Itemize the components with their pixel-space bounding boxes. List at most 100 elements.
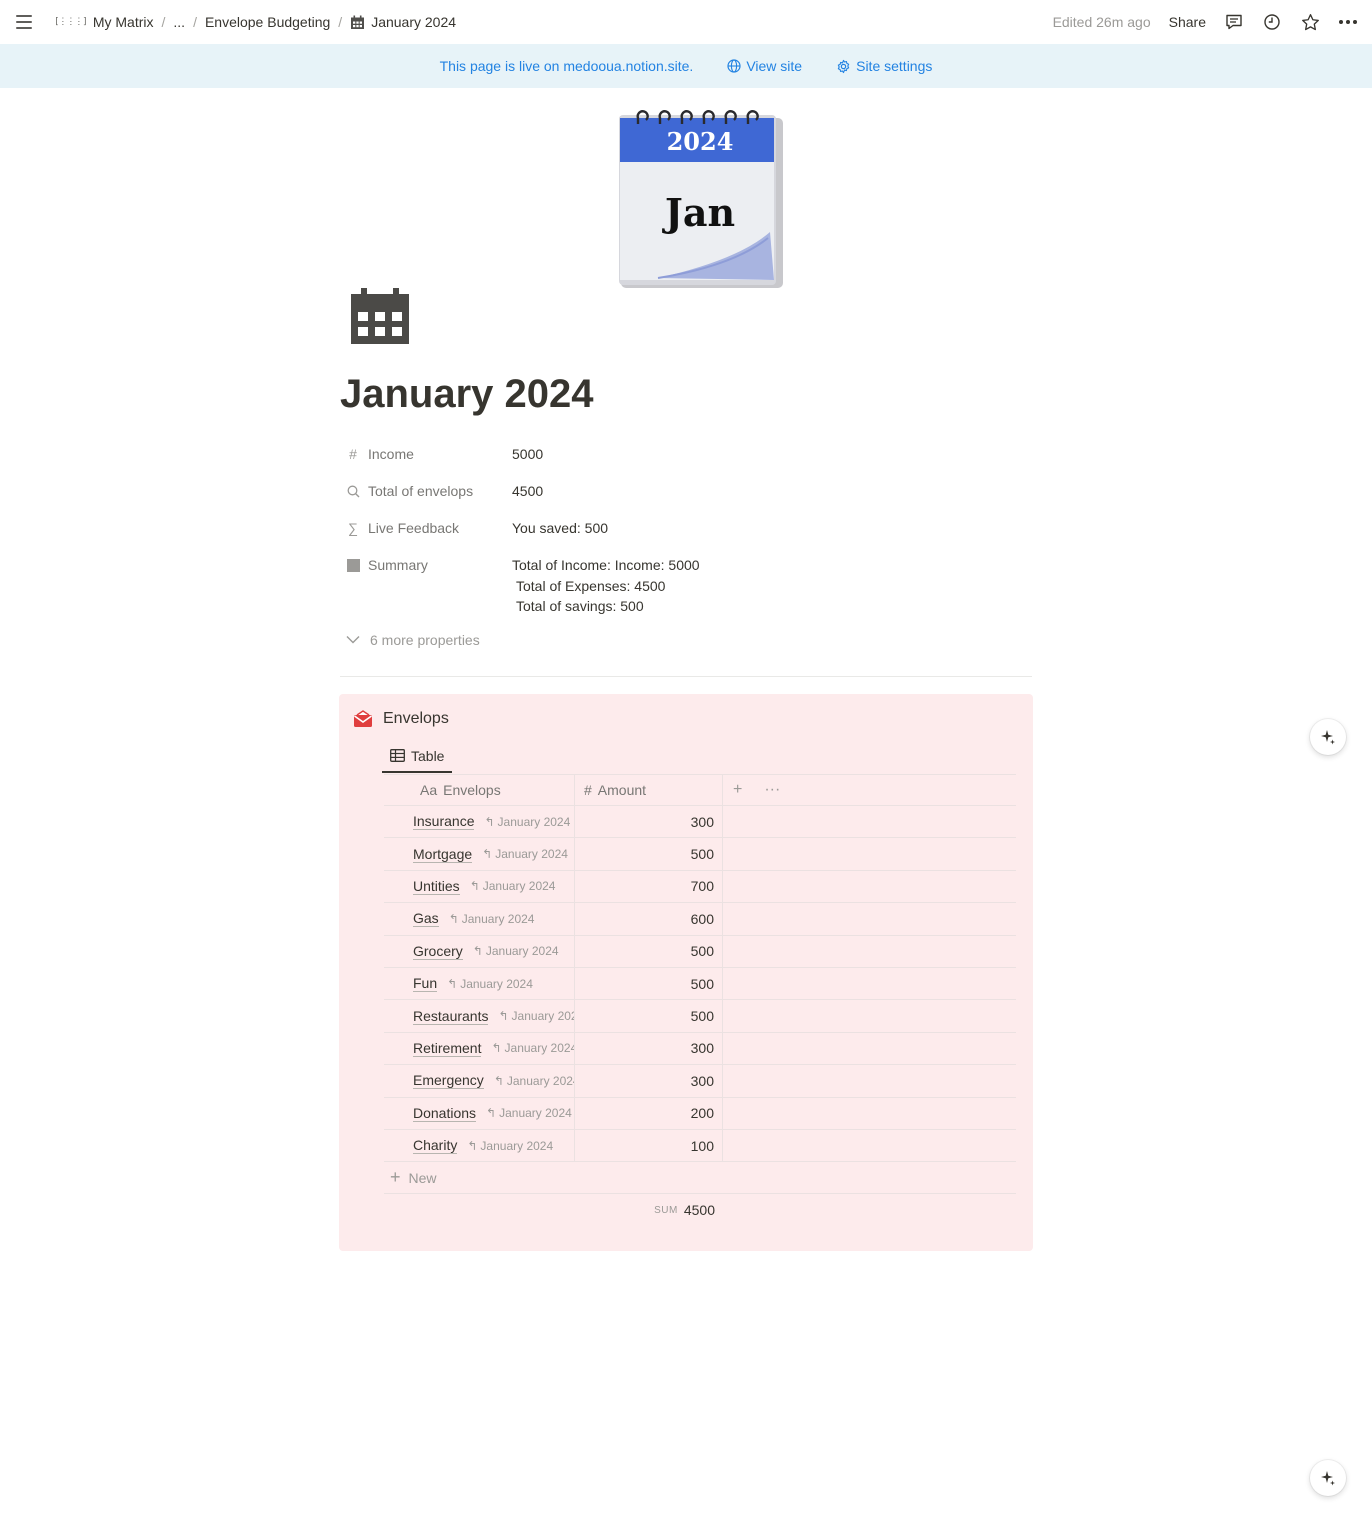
table-row[interactable]: Gas ↰ January 2024 600	[384, 903, 1016, 936]
comment-icon[interactable]	[1224, 12, 1244, 32]
column-header-amount[interactable]: # Amount	[575, 775, 723, 805]
amount-cell[interactable]: 300	[575, 1065, 723, 1097]
amount-cell[interactable]: 100	[575, 1129, 723, 1162]
parent-relation[interactable]: ↰ January 2024	[491, 1041, 574, 1055]
relation-label: January 2024	[461, 911, 535, 926]
parent-relation[interactable]: ↰ January 2024	[447, 977, 533, 991]
envelope-name[interactable]: Gas	[413, 910, 439, 928]
parent-relation[interactable]: ↰ January 2024	[449, 912, 535, 926]
envelope-name-cell[interactable]: Donations ↰ January 2024	[384, 1097, 575, 1129]
more-options-icon[interactable]	[1338, 12, 1358, 32]
envelope-name[interactable]: Untities	[413, 878, 460, 895]
breadcrumb-current[interactable]: January 2024	[346, 12, 460, 32]
relation-label: January 2024	[460, 976, 533, 991]
amount-cell[interactable]: 700	[575, 870, 723, 903]
envelope-name-cell[interactable]: Mortgage ↰ January 2024	[384, 838, 575, 870]
relation-label: January 2024	[482, 879, 556, 894]
table-row[interactable]: Retirement ↰ January 2024 300	[384, 1032, 1016, 1066]
parent-relation[interactable]: ↰ January 2024	[494, 1074, 574, 1088]
tab-table[interactable]: Table	[382, 740, 452, 773]
amount-cell[interactable]: 300	[575, 806, 723, 838]
search-icon	[346, 485, 360, 498]
envelope-name-cell[interactable]: Untities ↰ January 2024	[384, 870, 575, 903]
property-value[interactable]: Total of Income: Income: 5000 Total of E…	[506, 555, 700, 617]
table-row[interactable]: Charity ↰ January 2024 100	[384, 1129, 1016, 1163]
table-row[interactable]: Insurance ↰ January 2024 300	[384, 806, 1016, 839]
envelope-name[interactable]: Grocery	[413, 943, 463, 960]
envelope-name-cell[interactable]: Gas ↰ January 2024	[384, 903, 575, 935]
envelope-name-cell[interactable]: Insurance ↰ January 2024	[384, 806, 575, 838]
properties-divider	[340, 676, 1032, 677]
breadcrumb-ellipsis-label: ...	[173, 14, 186, 30]
share-button[interactable]: Share	[1169, 14, 1206, 30]
breadcrumb-workspace[interactable]: [⋮⋮⋮] My Matrix	[50, 12, 158, 32]
add-column-icon[interactable]: +	[733, 781, 742, 799]
property-value[interactable]: You saved: 500	[506, 518, 608, 539]
envelope-name[interactable]: Fun	[413, 975, 438, 993]
table-row[interactable]: Untities ↰ January 2024 700	[384, 870, 1016, 904]
parent-relation[interactable]: ↰ January 2024	[482, 847, 568, 861]
parent-relation[interactable]: ↰ January 2024	[467, 1139, 553, 1153]
table-row[interactable]: Grocery ↰ January 2024 500	[384, 935, 1016, 968]
parent-relation[interactable]: ↰ January 2024	[470, 879, 556, 893]
amount-sum[interactable]: SUM 4500	[384, 1194, 723, 1226]
new-row-button[interactable]: + New	[384, 1162, 1016, 1195]
arrow-up-icon: ↰	[472, 944, 483, 959]
property-row-income[interactable]: # Income 5000	[340, 437, 1032, 474]
amount-cell[interactable]: 300	[575, 1032, 723, 1065]
amount-cell[interactable]: 200	[575, 1097, 723, 1129]
envelope-name[interactable]: Donations	[413, 1105, 477, 1122]
page-calendar-icon[interactable]	[350, 288, 410, 344]
clock-icon[interactable]	[1262, 12, 1282, 32]
envelope-name[interactable]: Emergency	[413, 1072, 484, 1090]
more-options-icon[interactable]: ···	[764, 781, 780, 799]
envelope-name-cell[interactable]: Retirement ↰ January 2024	[384, 1032, 575, 1065]
property-value[interactable]: 4500	[506, 481, 543, 502]
envelope-name-cell[interactable]: Grocery ↰ January 2024	[384, 935, 575, 967]
ai-assistant-button-bottom[interactable]	[1310, 1460, 1346, 1496]
breadcrumb-ellipsis[interactable]: ...	[169, 12, 189, 32]
property-name: Summary	[368, 557, 428, 573]
star-icon[interactable]	[1300, 12, 1320, 32]
envelope-name[interactable]: Insurance	[413, 813, 475, 831]
live-notice[interactable]: This page is live on medooua.notion.site…	[440, 58, 694, 74]
parent-relation[interactable]: ↰ January 202	[498, 1009, 574, 1023]
database-title[interactable]: Envelops	[383, 710, 449, 728]
sidebar-menu-button[interactable]	[12, 10, 36, 34]
property-row-summary[interactable]: Summary Total of Income: Income: 5000 To…	[340, 548, 1032, 617]
parent-relation[interactable]: ↰ January 2024	[473, 944, 559, 958]
table-row[interactable]: Restaurants ↰ January 202 500	[384, 1000, 1016, 1033]
envelope-name[interactable]: Mortgage	[413, 846, 473, 863]
envelope-name-cell[interactable]: Restaurants ↰ January 202	[384, 1000, 575, 1032]
column-header-envelops[interactable]: Aa Envelops	[384, 775, 575, 805]
envelope-name-cell[interactable]: Fun ↰ January 2024	[384, 967, 575, 1000]
envelope-name[interactable]: Restaurants	[413, 1008, 489, 1025]
breadcrumb-parent[interactable]: Envelope Budgeting	[201, 12, 334, 32]
property-row-total-envelops[interactable]: Total of envelops 4500	[340, 474, 1032, 511]
properties-panel: # Income 5000 Total of envelops 4500 ∑ Liv…	[340, 437, 1032, 648]
amount-cell[interactable]: 500	[575, 1000, 723, 1032]
more-properties-toggle[interactable]: 6 more properties	[340, 632, 1032, 648]
amount-cell[interactable]: 500	[575, 935, 723, 967]
envelope-name-cell[interactable]: Charity ↰ January 2024	[384, 1129, 575, 1162]
amount-cell[interactable]: 500	[575, 838, 723, 870]
envelope-name[interactable]: Charity	[413, 1137, 458, 1155]
envelops-callout: Envelops Table Aa Envelops # Amount + ··…	[339, 694, 1033, 1251]
envelope-name[interactable]: Retirement	[413, 1040, 482, 1057]
amount-cell[interactable]: 500	[575, 967, 723, 1000]
table-row[interactable]: Mortgage ↰ January 2024 500	[384, 838, 1016, 871]
page-title[interactable]: January 2024	[340, 372, 594, 417]
table-row[interactable]: Fun ↰ January 2024 500	[384, 967, 1016, 1001]
property-value[interactable]: 5000	[506, 444, 543, 465]
parent-relation[interactable]: ↰ January 2024	[486, 1106, 572, 1120]
amount-cell[interactable]: 600	[575, 903, 723, 935]
envelope-name-cell[interactable]: Emergency ↰ January 2024	[384, 1065, 575, 1097]
table-row[interactable]: Donations ↰ January 2024 200	[384, 1097, 1016, 1130]
parent-relation[interactable]: ↰ January 2024	[484, 815, 570, 829]
ai-assistant-button[interactable]	[1310, 719, 1346, 755]
table-row[interactable]: Emergency ↰ January 2024 300	[384, 1065, 1016, 1098]
site-settings-link[interactable]: Site settings	[836, 58, 932, 74]
hash-icon: #	[584, 782, 592, 798]
property-row-live-feedback[interactable]: ∑ Live Feedback You saved: 500	[340, 511, 1032, 548]
view-site-link[interactable]: View site	[727, 58, 802, 74]
